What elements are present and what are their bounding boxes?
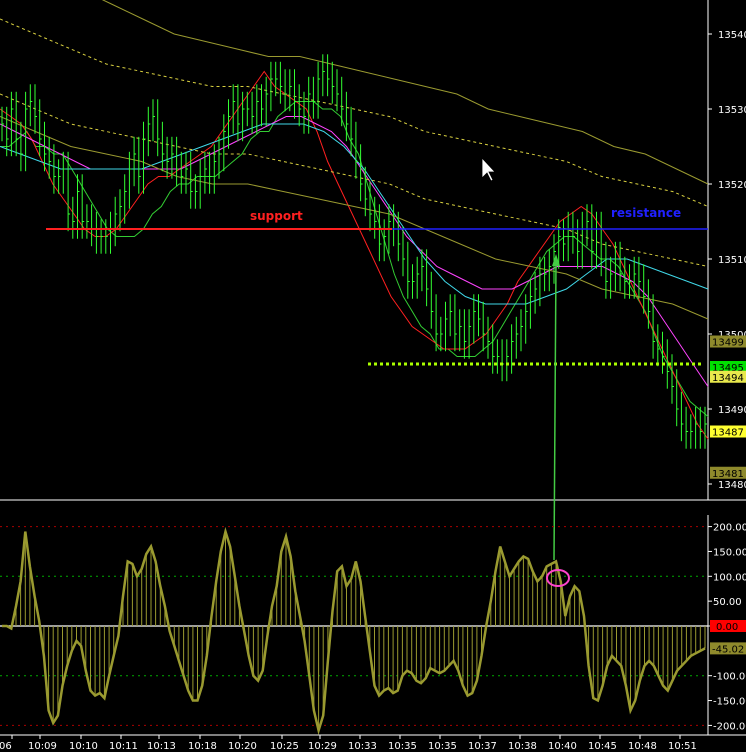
price-tick-label: 13540 [718,30,746,41]
oscillator-tick-label: 50.00 [713,597,742,608]
oscillator-tick-label: 200.00 [713,523,746,534]
time-tick-label: 10:51 [668,741,697,752]
oscillator-tick-label: -150.00 [713,697,746,708]
time-tick-label: 10:11 [109,741,138,752]
price-tick-label: 13530 [718,105,746,116]
oscillator-tick-label: -100.00 [713,672,746,683]
trading-chart: 13540135301352013510135001349013480suppo… [0,0,746,752]
time-tick-label: 10:35 [428,741,457,752]
time-tick-label: 10:13 [147,741,176,752]
oscillator-tick-label: 150.00 [713,547,746,558]
time-tick-label: 10:29 [308,741,337,752]
time-tick-label: 10:33 [348,741,377,752]
price-tick-label: 13480 [718,480,746,491]
chart-background [0,0,746,752]
time-tick-label: 06 [0,741,12,752]
oscillator-tick-label: 100.00 [713,572,746,583]
time-tick-label: 10:09 [28,741,57,752]
price-tick-label: 13510 [718,255,746,266]
price-tag-label: 13487 [712,428,744,439]
time-tick-label: 10:38 [508,741,537,752]
time-tick-label: 10:20 [228,741,257,752]
price-tag-label: 13481 [712,469,744,480]
time-tick-label: 10:35 [388,741,417,752]
price-tag-label: 13494 [712,373,744,384]
price-tick-label: 13490 [718,405,746,416]
oscillator-tick-label: -200.00 [713,721,746,732]
price-tick-label: 13520 [718,180,746,191]
value-tag-label: -45.02 [712,644,744,655]
price-tag-label: 13499 [712,338,744,349]
time-tick-label: 10:37 [468,741,497,752]
time-tick-label: 10:45 [588,741,617,752]
time-tick-label: 10:48 [628,741,657,752]
time-tick-label: 10:10 [69,741,98,752]
zero-tag-label: 0.00 [716,622,738,633]
support-label: support [250,209,303,223]
time-tick-label: 10:40 [548,741,577,752]
time-tick-label: 10:18 [188,741,217,752]
resistance-label: resistance [611,206,681,220]
time-tick-label: 10:25 [270,741,299,752]
